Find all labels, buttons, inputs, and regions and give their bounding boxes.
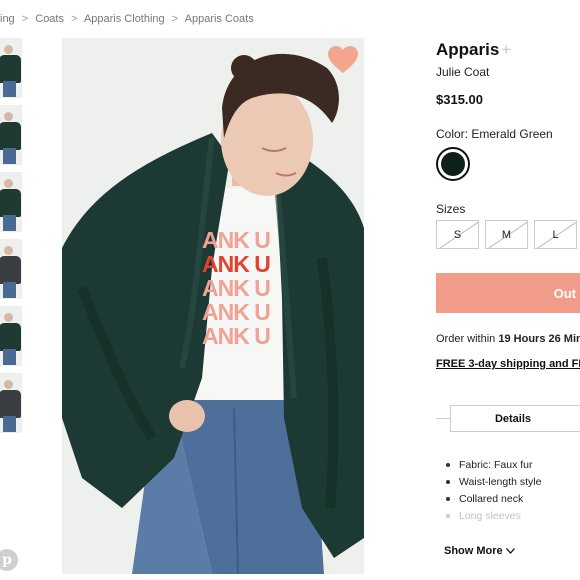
- thumbnail-3[interactable]: [0, 172, 22, 232]
- shirt-print-line: ANK U: [202, 275, 271, 301]
- product-title: Julie Coat: [436, 65, 490, 79]
- size-option-l[interactable]: L: [534, 220, 577, 249]
- delivery-prefix: Order within: [436, 333, 499, 345]
- size-label: M: [501, 228, 512, 241]
- breadcrumb-separator: >: [71, 13, 78, 25]
- pinterest-icon[interactable]: p: [0, 549, 18, 571]
- color-label: Color: Emerald Green: [436, 127, 553, 141]
- thumbnail-1[interactable]: [0, 38, 22, 98]
- thumbnail-6[interactable]: [0, 373, 22, 433]
- breadcrumb-item-coats[interactable]: Coats: [35, 13, 64, 25]
- size-option-s[interactable]: S: [436, 220, 479, 249]
- size-label: S: [453, 228, 462, 241]
- breadcrumb-separator: >: [21, 13, 29, 25]
- out-of-stock-button[interactable]: Out: [436, 273, 580, 313]
- chevron-down-icon: [505, 548, 515, 554]
- show-more-button[interactable]: Show More: [444, 545, 515, 557]
- breadcrumb-separator: >: [171, 13, 179, 25]
- free-shipping-link[interactable]: FREE 3-day shipping and FREE: [436, 358, 580, 370]
- thumbnail-5[interactable]: [0, 306, 22, 366]
- list-item: Fabric: Faux fur: [446, 459, 541, 476]
- thumbnail-2[interactable]: [0, 105, 22, 165]
- breadcrumb: ing > Coats > Apparis Clothing > Apparis…: [0, 13, 258, 25]
- delivery-countdown: Order within 19 Hours 26 Minut: [436, 333, 580, 345]
- shirt-print-line: ANK U: [202, 323, 271, 349]
- list-item: Collared neck: [446, 493, 541, 510]
- list-item: Long sleeves: [446, 510, 541, 527]
- list-item: Waist-length style: [446, 476, 541, 493]
- follow-brand-plus-icon[interactable]: +: [501, 40, 511, 59]
- sizes-heading: Sizes: [436, 202, 466, 216]
- product-price: $315.00: [436, 92, 483, 107]
- breadcrumb-item-clothing[interactable]: ing: [0, 13, 15, 25]
- breadcrumb-item-apparis-clothing[interactable]: Apparis Clothing: [84, 13, 165, 25]
- shirt-print-line: ANK U: [202, 227, 271, 253]
- shirt-print-line: ANK U: [202, 299, 271, 325]
- details-list: Fabric: Faux fur Waist-length style Coll…: [446, 459, 541, 527]
- size-option-m[interactable]: M: [485, 220, 528, 249]
- product-main-image[interactable]: ANK U ANK U ANK U ANK U ANK U: [62, 38, 364, 574]
- tab-divider: [436, 418, 450, 419]
- thumbnail-4[interactable]: [0, 239, 22, 299]
- swatch-fill: [441, 152, 465, 176]
- show-more-label: Show More: [444, 545, 503, 557]
- delivery-time: 19 Hours 26 Minut: [498, 333, 580, 345]
- shirt-print: ANK U ANK U ANK U ANK U ANK U: [202, 228, 292, 348]
- breadcrumb-item-apparis-coats[interactable]: Apparis Coats: [185, 13, 254, 25]
- favorite-heart-icon[interactable]: [328, 46, 358, 79]
- brand-name[interactable]: Apparis +: [436, 40, 511, 60]
- size-label: L: [552, 228, 559, 241]
- color-swatch-emerald-green[interactable]: [436, 147, 470, 181]
- shirt-print-line: ANK U: [202, 251, 271, 277]
- tab-details[interactable]: Details: [450, 405, 580, 432]
- brand-label: Apparis: [436, 40, 500, 59]
